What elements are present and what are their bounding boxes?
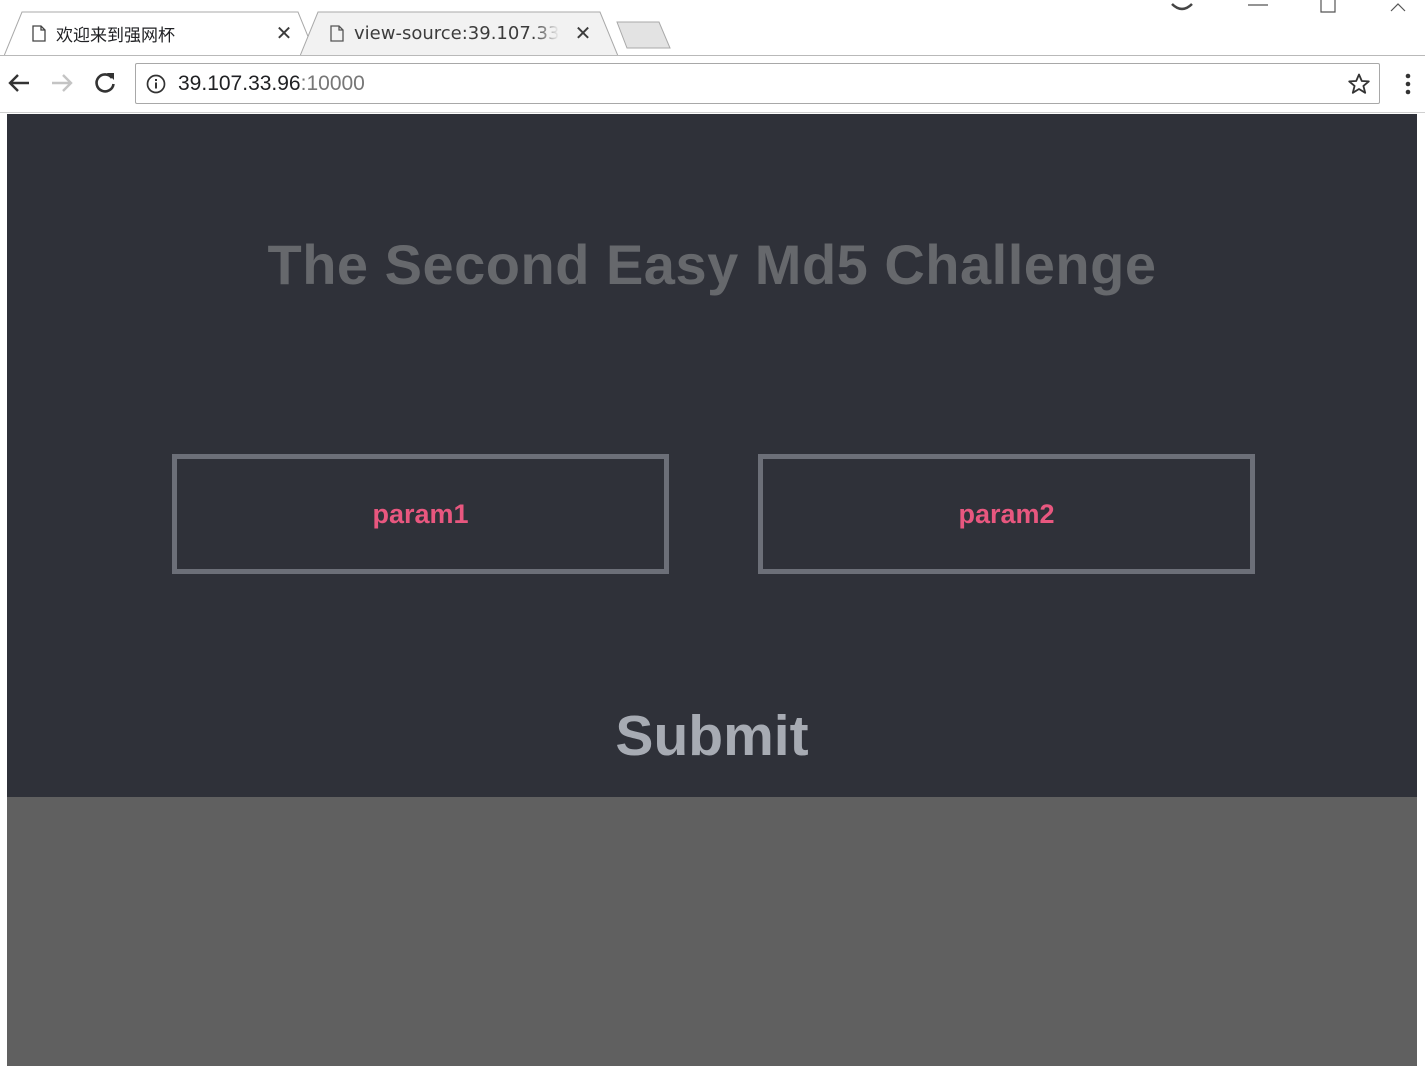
window-close-icon[interactable] <box>1388 0 1408 16</box>
forward-arrow-icon[interactable] <box>48 69 76 97</box>
address-bar[interactable]: 39.107.33.96:10000 <box>135 63 1380 104</box>
minimize-icon[interactable] <box>1247 0 1269 16</box>
param1-input[interactable] <box>172 454 669 574</box>
back-arrow-icon[interactable] <box>5 69 33 97</box>
maximize-icon[interactable] <box>1318 0 1338 16</box>
profile-icon[interactable] <box>1170 0 1194 16</box>
tab-content: 欢迎来到强网杯 <box>32 11 251 55</box>
page-icon <box>32 24 46 42</box>
submit-button[interactable]: Submit <box>562 698 862 774</box>
tab-view-source[interactable]: view-source:39.107.33.96:10000 ✕ <box>300 11 624 56</box>
param2-input[interactable] <box>758 454 1255 574</box>
close-icon[interactable]: ✕ <box>274 23 294 43</box>
tab-title: 欢迎来到强网杯 <box>56 25 175 46</box>
tab-active[interactable]: 欢迎来到强网杯 ✕ <box>4 11 316 56</box>
url-host: 39.107.33.96 <box>178 72 301 95</box>
more-vert-icon[interactable] <box>1398 71 1418 99</box>
browser-toolbar: 39.107.33.96:10000 <box>0 57 1425 113</box>
tab-title: view-source:39.107.33.96:10000 <box>354 22 559 44</box>
tab-content: view-source:39.107.33.96:10000 <box>330 11 559 55</box>
star-icon[interactable] <box>1347 72 1371 96</box>
reload-icon[interactable] <box>91 69 119 97</box>
tabs-baseline <box>0 55 1425 56</box>
url-text[interactable]: 39.107.33.96:10000 <box>178 71 365 97</box>
page-title: The Second Easy Md5 Challenge <box>267 233 1157 296</box>
page-icon <box>330 24 344 42</box>
url-port: :10000 <box>300 72 365 95</box>
page-viewport: The Second Easy Md5 Challenge Submit <box>7 114 1417 1066</box>
challenge-section: The Second Easy Md5 Challenge Submit <box>7 114 1417 797</box>
new-tab-button[interactable] <box>615 20 673 50</box>
info-icon[interactable] <box>146 74 166 94</box>
close-icon[interactable]: ✕ <box>573 23 593 43</box>
browser-titlebar: 欢迎来到强网杯 ✕ view-source:39.107.33.96:10000… <box>0 0 1425 57</box>
